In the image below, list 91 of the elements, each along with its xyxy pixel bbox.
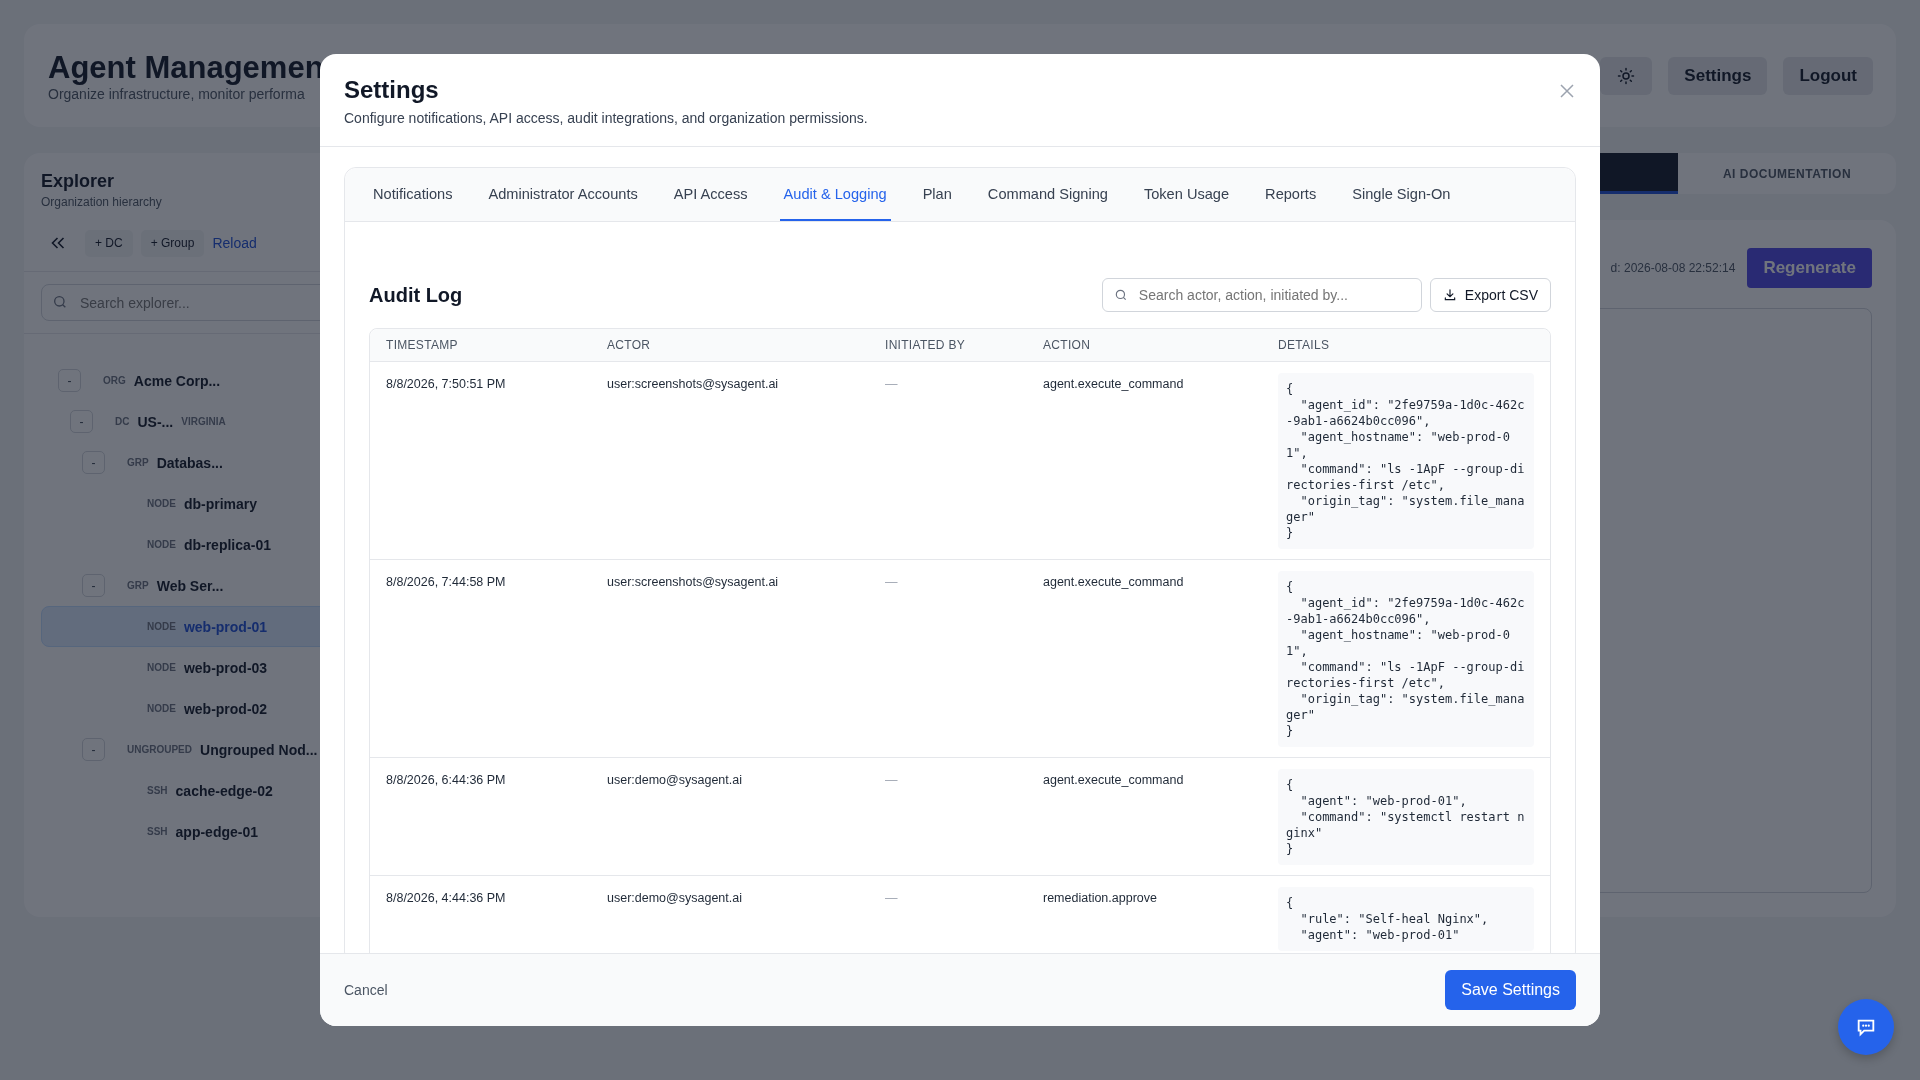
node-type-label: NODE <box>147 498 176 509</box>
initiated-by-cell-text: — <box>884 574 899 591</box>
collapse-toggle[interactable]: - <box>82 451 105 474</box>
timestamp-cell-text: 8/8/2026, 7:44:58 PM <box>385 574 507 591</box>
node-name: db-replica-01 <box>183 536 272 553</box>
search-icon <box>52 294 68 310</box>
timestamp-cell-text: 8/8/2026, 4:44:36 PM <box>385 890 507 907</box>
reload-link[interactable]: Reload <box>212 235 257 251</box>
column-header: INITIATED BY <box>884 338 967 352</box>
add-button[interactable]: + Group <box>140 229 205 257</box>
column-header: TIMESTAMP <box>385 338 459 352</box>
settings-tab[interactable]: Single Sign-On <box>1348 168 1455 221</box>
regenerate-button[interactable]: Regenerate <box>1747 248 1872 288</box>
actor-cell-text: user:demo@sysagent.ai <box>606 890 743 907</box>
node-name: app-edge-01 <box>175 823 259 840</box>
node-type-label: UNGROUPED <box>127 744 192 755</box>
explorer-subtitle: Organization hierarchy <box>41 195 163 209</box>
actor-cell-text: user:screenshots@sysagent.ai <box>606 376 780 393</box>
app-title: Agent Managemen <box>48 49 324 86</box>
explorer-title: Explorer <box>41 171 116 192</box>
tree-item[interactable]: - DC US-... VIRGINIA <box>41 401 403 442</box>
sun-icon <box>1617 66 1636 85</box>
add-button[interactable]: + DC <box>85 229 133 257</box>
download-icon <box>1442 288 1457 302</box>
action-cell-text: agent.execute_command <box>1042 376 1185 393</box>
timestamp-cell-text: 8/8/2026, 7:50:51 PM <box>385 376 507 393</box>
settings-tab[interactable]: Token Usage <box>1139 168 1234 221</box>
column-header: ACTOR <box>606 338 652 352</box>
actor-cell-text: user:screenshots@sysagent.ai <box>606 574 780 591</box>
initiated-by-cell-text: — <box>884 890 899 907</box>
node-type-label: DC <box>115 416 130 427</box>
node-name: US-... <box>137 413 174 430</box>
action-cell-text: agent.execute_command <box>1042 772 1185 789</box>
details-code: { "agent_id": "2fe9759a-1d0c-462c-9ab1-a6624b0cc096", "agent_hostname": "web-prod-01", "command": "ls -1ApF --group-directories-first /etc", "origin_tag": "system.file_manager" } <box>1278 373 1535 549</box>
action-cell-text: remediation.approve <box>1042 890 1158 907</box>
dialog-title: Settings <box>344 76 440 104</box>
node-name: db-primary <box>183 495 258 512</box>
settings-tab[interactable]: Reports <box>1261 168 1321 221</box>
collapse-icon[interactable] <box>51 237 65 249</box>
settings-tab[interactable]: Audit & Logging <box>779 168 891 221</box>
node-type-label: GRP <box>127 457 149 468</box>
search-icon <box>1113 288 1128 302</box>
collapse-toggle[interactable]: - <box>58 369 81 392</box>
details-code: { "agent_id": "2fe9759a-1d0c-462c-9ab1-a6624b0cc096", "agent_hostname": "web-prod-01", "command": "ls -1ApF --group-directories-first /etc", "origin_tag": "system.file_manager" } <box>1278 571 1535 747</box>
node-type-label: NODE <box>147 703 176 714</box>
node-type-label: SSH <box>147 785 168 796</box>
actor-cell-text: user:demo@sysagent.ai <box>606 772 743 789</box>
details-code: { "rule": "Self-heal Nginx", "agent": "web-prod-01" <box>1278 887 1535 951</box>
node-type-label: ORG <box>103 375 126 386</box>
node-type-label: GRP <box>127 580 149 591</box>
theme-toggle-button[interactable] <box>1600 56 1653 95</box>
collapse-toggle[interactable]: - <box>82 574 105 597</box>
node-name: Web Ser... <box>156 577 224 594</box>
view-tab[interactable]: AI DOCUMENTATION <box>1678 153 1896 194</box>
header-button[interactable]: Logout <box>1783 56 1873 95</box>
node-type-label: SSH <box>147 826 168 837</box>
settings-tab[interactable]: Notifications <box>369 168 457 221</box>
node-name: web-prod-01 <box>183 618 268 635</box>
export-button[interactable]: Export CSV <box>1429 278 1551 312</box>
node-type-label: NODE <box>147 539 176 550</box>
search-field[interactable]: Search actor, action, initiated by... <box>1101 278 1422 312</box>
node-name: Databas... <box>156 454 223 471</box>
node-type-label: NODE <box>147 662 176 673</box>
node-name: Ungrouped Nod... <box>200 741 318 758</box>
tree-item[interactable]: - UNGROUPED Ungrouped Nod... <box>41 729 403 770</box>
node-name: web-prod-02 <box>183 700 268 717</box>
settings-tab[interactable]: Command Signing <box>983 168 1112 221</box>
collapse-toggle[interactable]: - <box>82 738 105 761</box>
collapse-toggle[interactable]: - <box>70 410 93 433</box>
settings-tab[interactable]: API Access <box>669 168 752 221</box>
generated-time: d: 2026-08-08 22:52:14 <box>1610 261 1736 275</box>
settings-tab[interactable]: Plan <box>918 168 956 221</box>
node-name: web-prod-03 <box>183 659 268 676</box>
app-subtitle: Organize infrastructure, monitor performa <box>48 85 306 102</box>
column-header: ACTION <box>1042 338 1092 352</box>
settings-tab[interactable]: Administrator Accounts <box>484 168 642 221</box>
node-name: cache-edge-02 <box>175 782 273 799</box>
close-icon[interactable] <box>1560 84 1574 98</box>
action-cell-text: agent.execute_command <box>1042 574 1185 591</box>
initiated-by-cell-text: — <box>884 376 899 393</box>
cancel-button[interactable]: Cancel <box>344 982 388 998</box>
initiated-by-cell-text: — <box>884 772 899 789</box>
details-code: { "agent": "web-prod-01", "command": "systemctl restart nginx" } <box>1278 769 1535 865</box>
tree-item[interactable]: - GRP Databas... <box>41 442 403 483</box>
region-tag: VIRGINIA <box>181 416 226 427</box>
save-button[interactable]: Save Settings <box>1445 970 1576 1010</box>
header-button[interactable]: Settings <box>1668 56 1768 95</box>
timestamp-cell-text: 8/8/2026, 6:44:36 PM <box>385 772 507 789</box>
node-name: Acme Corp... <box>133 372 221 389</box>
dialog-subtitle: Configure notifications, API access, audit integrations, and organization permissions. <box>344 110 868 126</box>
column-header: DETAILS <box>1277 338 1331 352</box>
